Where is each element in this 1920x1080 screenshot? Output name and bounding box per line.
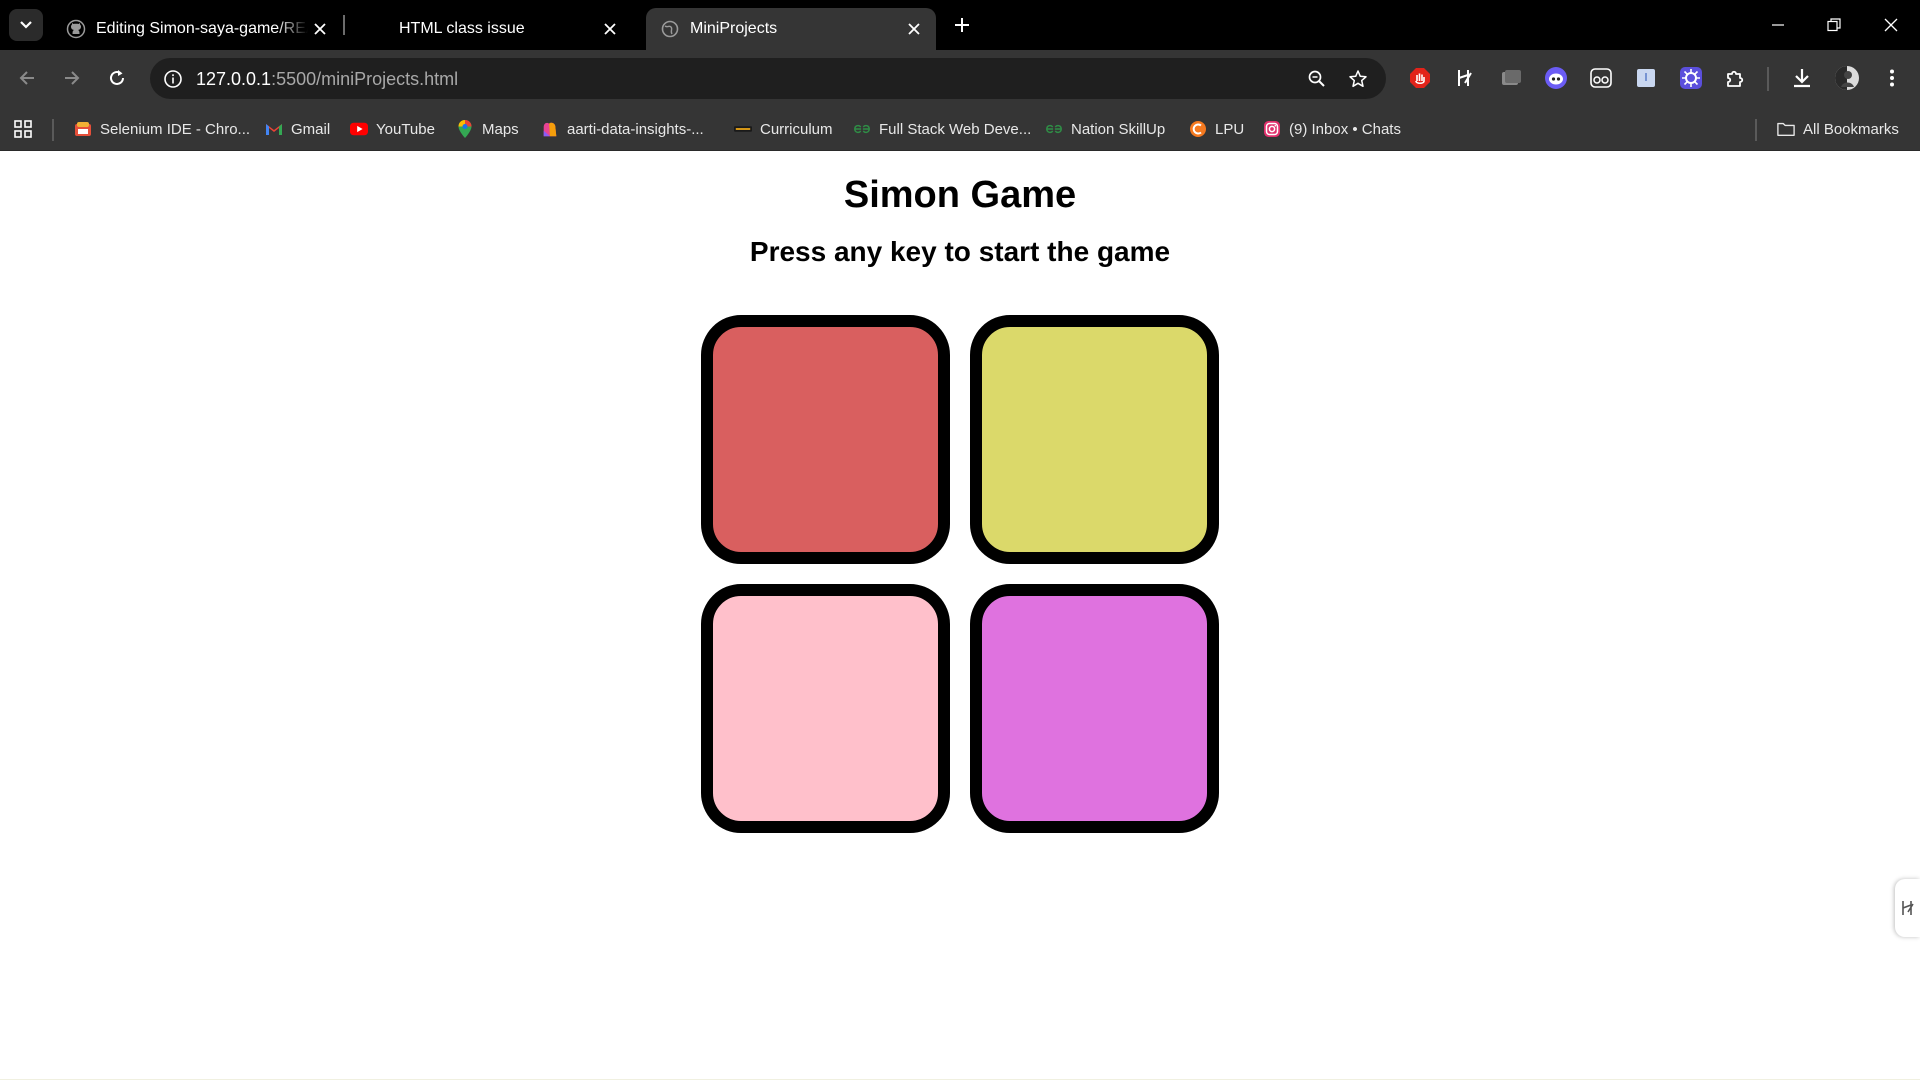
bookmarks-bar: Selenium IDE - Chro... Gmail YouTube Map…	[0, 107, 1920, 151]
simon-button-pink[interactable]	[701, 584, 950, 833]
close-tab-icon[interactable]	[902, 17, 926, 41]
apps-grid-icon	[14, 120, 32, 138]
close-icon	[1884, 18, 1898, 32]
apps-grid-button[interactable]	[13, 117, 33, 141]
bookmark-label: Maps	[482, 120, 519, 138]
tab-strip: Editing Simon-saya-game/README HTML clas…	[0, 0, 1920, 50]
simon-button-yellow[interactable]	[970, 315, 1219, 564]
youtube-icon	[350, 120, 368, 138]
site-info-icon[interactable]	[160, 66, 186, 92]
bookmark-label: (9) Inbox • Chats	[1289, 120, 1401, 138]
selenium-icon	[74, 120, 92, 138]
close-window-button[interactable]	[1871, 10, 1911, 40]
minimize-icon	[1772, 24, 1784, 26]
tab-search-button[interactable]	[9, 9, 43, 41]
adblock-extension-icon[interactable]	[1406, 64, 1434, 92]
simon-button-grid	[701, 315, 1219, 833]
forward-button[interactable]	[56, 62, 88, 94]
url-text: 127.0.0.1:5500/miniProjects.html	[196, 69, 458, 90]
window-extension-icon[interactable]	[1497, 64, 1525, 92]
new-tab-button[interactable]	[950, 13, 974, 37]
globe-icon	[660, 19, 680, 39]
bookmark-app-icon	[541, 120, 559, 138]
bookmark-label: Nation SkillUp	[1071, 120, 1166, 138]
restore-icon	[1827, 18, 1841, 32]
arrow-left-icon	[19, 71, 34, 85]
bookmarks-separator	[1755, 119, 1757, 141]
bookmark-label: Selenium IDE - Chro...	[100, 120, 251, 138]
page-title: Simon Game	[843, 174, 1077, 216]
bookmark-label: Gmail	[291, 120, 331, 138]
bot-extension-icon[interactable]	[1542, 64, 1570, 92]
tab-title: Editing Simon-saya-game/README	[96, 20, 308, 37]
bookmark-instagram-inbox[interactable]: (9) Inbox • Chats	[1263, 117, 1401, 141]
bookmarks-separator	[52, 119, 54, 141]
bookmark-gmail[interactable]: Gmail	[265, 117, 330, 141]
address-bar[interactable]: 127.0.0.1:5500/miniProjects.html	[150, 58, 1386, 99]
bookmark-full-stack[interactable]: Full Stack Web Deve...	[853, 117, 1031, 141]
all-bookmarks-label: All Bookmarks	[1803, 120, 1899, 138]
back-button[interactable]	[11, 62, 43, 94]
profile-avatar-icon[interactable]	[1833, 64, 1861, 92]
glasses-extension-icon[interactable]	[1587, 64, 1615, 92]
bookmark-youtube[interactable]: YouTube	[350, 117, 435, 141]
chevron-down-icon	[20, 21, 32, 29]
tab-title: HTML class issue	[399, 20, 525, 37]
tab-title: MiniProjects	[690, 20, 778, 37]
tab-html-class-issue[interactable]: HTML class issue	[350, 8, 632, 50]
bookmark-label: LPU	[1215, 120, 1245, 138]
url-host: 127.0.0.1	[196, 69, 272, 89]
game-status-text: Press any key to start the game	[749, 236, 1171, 267]
close-tab-icon[interactable]	[308, 17, 332, 41]
bookmark-label: aarti-data-insights-...	[567, 120, 704, 138]
close-tab-icon[interactable]	[598, 17, 622, 41]
h-extension-icon	[1901, 901, 1914, 915]
lpu-icon	[1189, 120, 1207, 138]
reload-icon	[110, 70, 124, 85]
simon-button-purple[interactable]	[970, 584, 1219, 833]
curriculum-icon	[734, 120, 752, 138]
all-bookmarks-button[interactable]: All Bookmarks	[1777, 117, 1899, 141]
gmail-icon	[265, 120, 283, 138]
browser-toolbar: 127.0.0.1:5500/miniProjects.html	[0, 50, 1920, 107]
github-icon	[66, 19, 86, 39]
url-path: :5500/miniProjects.html	[271, 69, 459, 89]
h-extension-icon[interactable]	[1451, 64, 1479, 92]
bookmark-selenium[interactable]: Selenium IDE - Chro...	[74, 117, 250, 141]
gfg-icon	[853, 120, 871, 138]
restore-button[interactable]	[1814, 10, 1854, 40]
extension-side-panel-handle[interactable]	[1895, 879, 1920, 937]
gfg-icon	[1045, 120, 1063, 138]
zoom-icon[interactable]	[1305, 67, 1329, 91]
folder-icon	[1777, 120, 1795, 138]
reload-button[interactable]	[101, 62, 133, 94]
tab-editing-readme[interactable]: Editing Simon-saya-game/README	[52, 8, 342, 50]
minimize-button[interactable]	[1758, 10, 1798, 40]
tab-separator	[343, 15, 345, 35]
bookmark-aarti-data-insights[interactable]: aarti-data-insights-...	[541, 117, 704, 141]
toolbar-separator	[1767, 67, 1769, 91]
bookmark-lpu[interactable]: LPU	[1189, 117, 1244, 141]
puzzle-icon[interactable]	[1722, 64, 1750, 92]
tab-miniprojects[interactable]: MiniProjects	[646, 8, 936, 50]
download-icon[interactable]	[1788, 64, 1816, 92]
arrow-right-icon	[65, 71, 80, 85]
bookmark-maps[interactable]: Maps	[456, 117, 519, 141]
kebab-menu-icon[interactable]	[1878, 64, 1906, 92]
maps-icon	[456, 120, 474, 138]
instagram-icon	[1263, 120, 1281, 138]
bookmark-label: Full Stack Web Deve...	[879, 120, 1032, 138]
document-extension-icon[interactable]	[1632, 64, 1660, 92]
bookmark-curriculum[interactable]: Curriculum	[734, 117, 833, 141]
plus-icon	[955, 18, 969, 32]
page-content: Simon Game Press any key to start the ga…	[0, 151, 1920, 1080]
gear-extension-icon[interactable]	[1677, 64, 1705, 92]
bookmark-label: Curriculum	[760, 120, 833, 138]
bookmark-star-icon[interactable]	[1346, 67, 1370, 91]
bookmark-nation-skillup[interactable]: Nation SkillUp	[1045, 117, 1165, 141]
bookmark-label: YouTube	[376, 120, 435, 138]
blank-favicon	[364, 19, 374, 39]
simon-button-red[interactable]	[701, 315, 950, 564]
